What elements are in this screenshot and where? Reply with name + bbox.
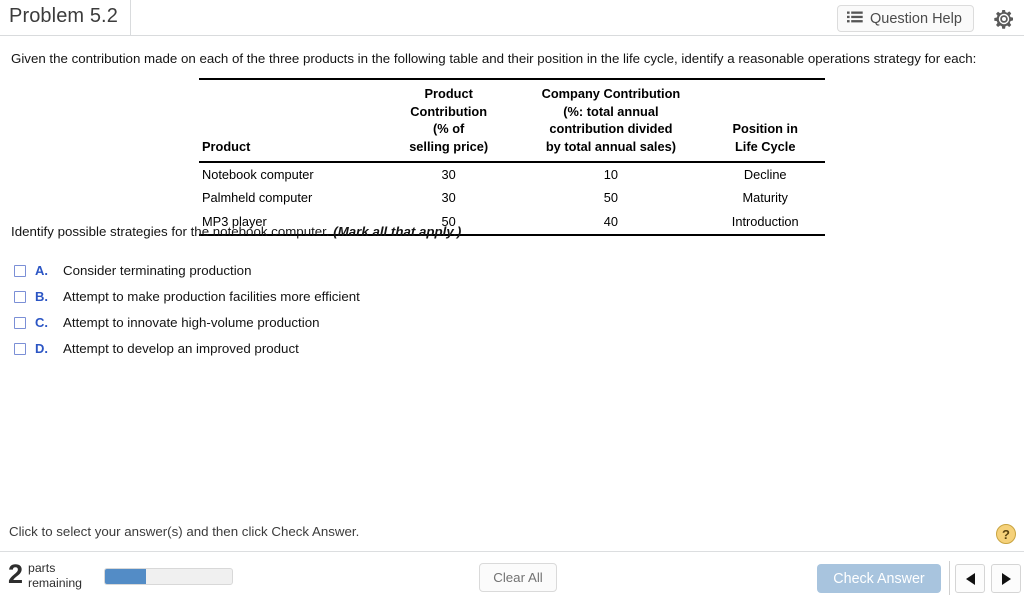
choice-letter-b: B. (35, 289, 48, 304)
choice-letter-c: C. (35, 315, 48, 330)
choice-a[interactable]: A. Consider terminating production (14, 263, 360, 289)
cell-company-contribution: 50 (603, 190, 619, 206)
next-part-button[interactable] (991, 564, 1021, 593)
cell-product-contribution: 30 (441, 166, 456, 182)
gear-icon[interactable] (992, 7, 1016, 31)
triangle-right-icon (1001, 572, 1011, 585)
choice-b[interactable]: B. Attempt to make production facilities… (14, 289, 360, 315)
exercise-window: Problem 5.2 Question Help Given the cont… (0, 0, 1024, 599)
checkbox-b[interactable] (14, 291, 26, 303)
instruction-text: Identify possible strategies for the not… (11, 224, 330, 239)
parts-remaining-label: parts remaining (28, 561, 82, 590)
choice-c[interactable]: C. Attempt to innovate high-volume produ… (14, 315, 360, 341)
previous-part-button[interactable] (955, 564, 985, 593)
choice-text-b: Attempt to make production facilities mo… (63, 289, 360, 304)
instruction-line: Identify possible strategies for the not… (11, 224, 461, 239)
cell-product: Palmheld computer (202, 190, 313, 206)
cell-product-contribution: 30 (441, 190, 456, 206)
choice-text-d: Attempt to develop an improved product (63, 341, 299, 356)
cell-product: Notebook computer (202, 166, 314, 182)
answer-choices: A. Consider terminating production B. At… (14, 263, 360, 367)
table-header-product-contribution: Product Contribution (% of selling price… (380, 78, 517, 163)
table-row: Palmheld computer 30 50 Maturity (199, 186, 825, 210)
checkbox-a[interactable] (14, 265, 26, 277)
progress-bar-fill (105, 569, 146, 584)
choice-text-a: Consider terminating production (63, 263, 252, 278)
cell-company-contribution: 40 (516, 209, 706, 237)
choice-letter-d: D. (35, 341, 48, 356)
header-divider (130, 0, 131, 36)
clear-all-button[interactable]: Clear All (479, 563, 557, 592)
nav-divider (949, 561, 950, 595)
choice-letter-a: A. (35, 263, 48, 278)
table-header-position: Position in Life Cycle (705, 78, 825, 163)
choice-text-c: Attempt to innovate high-volume producti… (63, 315, 320, 330)
cell-position: Maturity (742, 190, 788, 206)
hint-text: Click to select your answer(s) and then … (9, 524, 360, 539)
help-badge-icon[interactable]: ? (996, 524, 1016, 544)
parts-remaining-count: 2 (8, 559, 24, 589)
table-header-row: Product Product Contribution (% of selli… (199, 78, 825, 163)
cell-position: Decline (743, 166, 787, 182)
header-bar: Problem 5.2 Question Help (0, 0, 1024, 36)
table-row: Notebook computer 30 10 Decline (199, 162, 825, 187)
cell-position: Introduction (705, 209, 825, 237)
checkbox-d[interactable] (14, 343, 26, 355)
cell-company-contribution: 10 (603, 166, 619, 182)
question-prompt: Given the contribution made on each of t… (11, 51, 977, 66)
question-help-label: Question Help (870, 10, 962, 27)
list-icon (847, 10, 863, 28)
choice-d[interactable]: D. Attempt to develop an improved produc… (14, 341, 360, 367)
instruction-emphasis: (Mark all that apply.) (333, 224, 462, 239)
check-answer-button[interactable]: Check Answer (817, 564, 941, 593)
table-header-company-contribution: Company Contribution (%: total annual co… (516, 78, 706, 163)
contribution-table: Product Product Contribution (% of selli… (199, 78, 825, 237)
triangle-left-icon (965, 572, 975, 585)
question-help-button[interactable]: Question Help (837, 5, 974, 32)
checkbox-c[interactable] (14, 317, 26, 329)
table-header-product: Product (199, 78, 381, 163)
progress-bar (104, 568, 233, 585)
page-title: Problem 5.2 (9, 5, 118, 27)
